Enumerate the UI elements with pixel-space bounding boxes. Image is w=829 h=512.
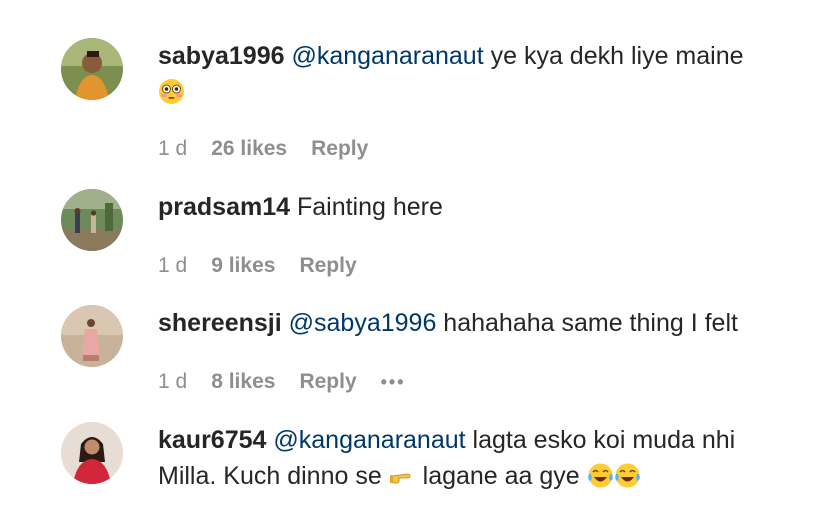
- comment-mention[interactable]: @sabya1996: [289, 309, 437, 337]
- avatar[interactable]: [61, 38, 123, 100]
- comment-body: hahahaha same thing I felt: [436, 309, 738, 337]
- reply-button[interactable]: Reply: [299, 254, 356, 278]
- likes-count[interactable]: 8 likes: [211, 370, 275, 394]
- pointing-finger-emoji-icon: [389, 462, 416, 489]
- comment-body: ye kya dekh liye maine: [483, 42, 744, 70]
- comment-body: lagta esko koi muda nhi: [465, 426, 736, 454]
- likes-count[interactable]: 9 likes: [211, 254, 275, 278]
- comment-body: lagane aa gye: [415, 462, 587, 490]
- tears-of-joy-emoji-icon: [614, 462, 641, 489]
- tears-of-joy-emoji-icon: [587, 462, 614, 489]
- comment-username[interactable]: pradsam14: [158, 193, 290, 221]
- reply-button[interactable]: Reply: [311, 137, 368, 161]
- avatar[interactable]: [61, 422, 123, 484]
- comment-time: 1 d: [158, 137, 188, 160]
- comment-body: Milla. Kuch dinno se: [158, 462, 389, 490]
- comment-text: kaur6754 @kanganaranaut lagta esko koi m…: [158, 422, 818, 494]
- comment-username[interactable]: kaur6754: [158, 426, 266, 454]
- comment-time: 1 d: [158, 254, 188, 277]
- comment-meta: 1 d 9 likes Reply: [158, 251, 357, 281]
- comment-mention[interactable]: @kanganaranaut: [291, 42, 483, 70]
- comment-mention[interactable]: @kanganaranaut: [273, 426, 465, 454]
- comment-text: sabya1996 @kanganaranaut ye kya dekh liy…: [158, 38, 818, 110]
- reply-button[interactable]: Reply: [299, 370, 356, 394]
- flushed-face-emoji-icon: [158, 78, 185, 105]
- comment-text: pradsam14 Fainting here: [158, 189, 818, 225]
- comment-meta: 1 d 26 likes Reply: [158, 134, 368, 164]
- comment-meta: 1 d 8 likes Reply •••: [158, 367, 406, 397]
- comment-text: shereensji @sabya1996 hahahaha same thin…: [158, 305, 818, 341]
- comment-username[interactable]: sabya1996: [158, 42, 285, 70]
- more-options-icon[interactable]: •••: [381, 372, 406, 393]
- comment-username[interactable]: shereensji: [158, 309, 282, 337]
- avatar[interactable]: [61, 189, 123, 251]
- comment-time: 1 d: [158, 370, 188, 393]
- avatar[interactable]: [61, 305, 123, 367]
- likes-count[interactable]: 26 likes: [211, 137, 287, 161]
- comment-body: Fainting here: [290, 193, 443, 221]
